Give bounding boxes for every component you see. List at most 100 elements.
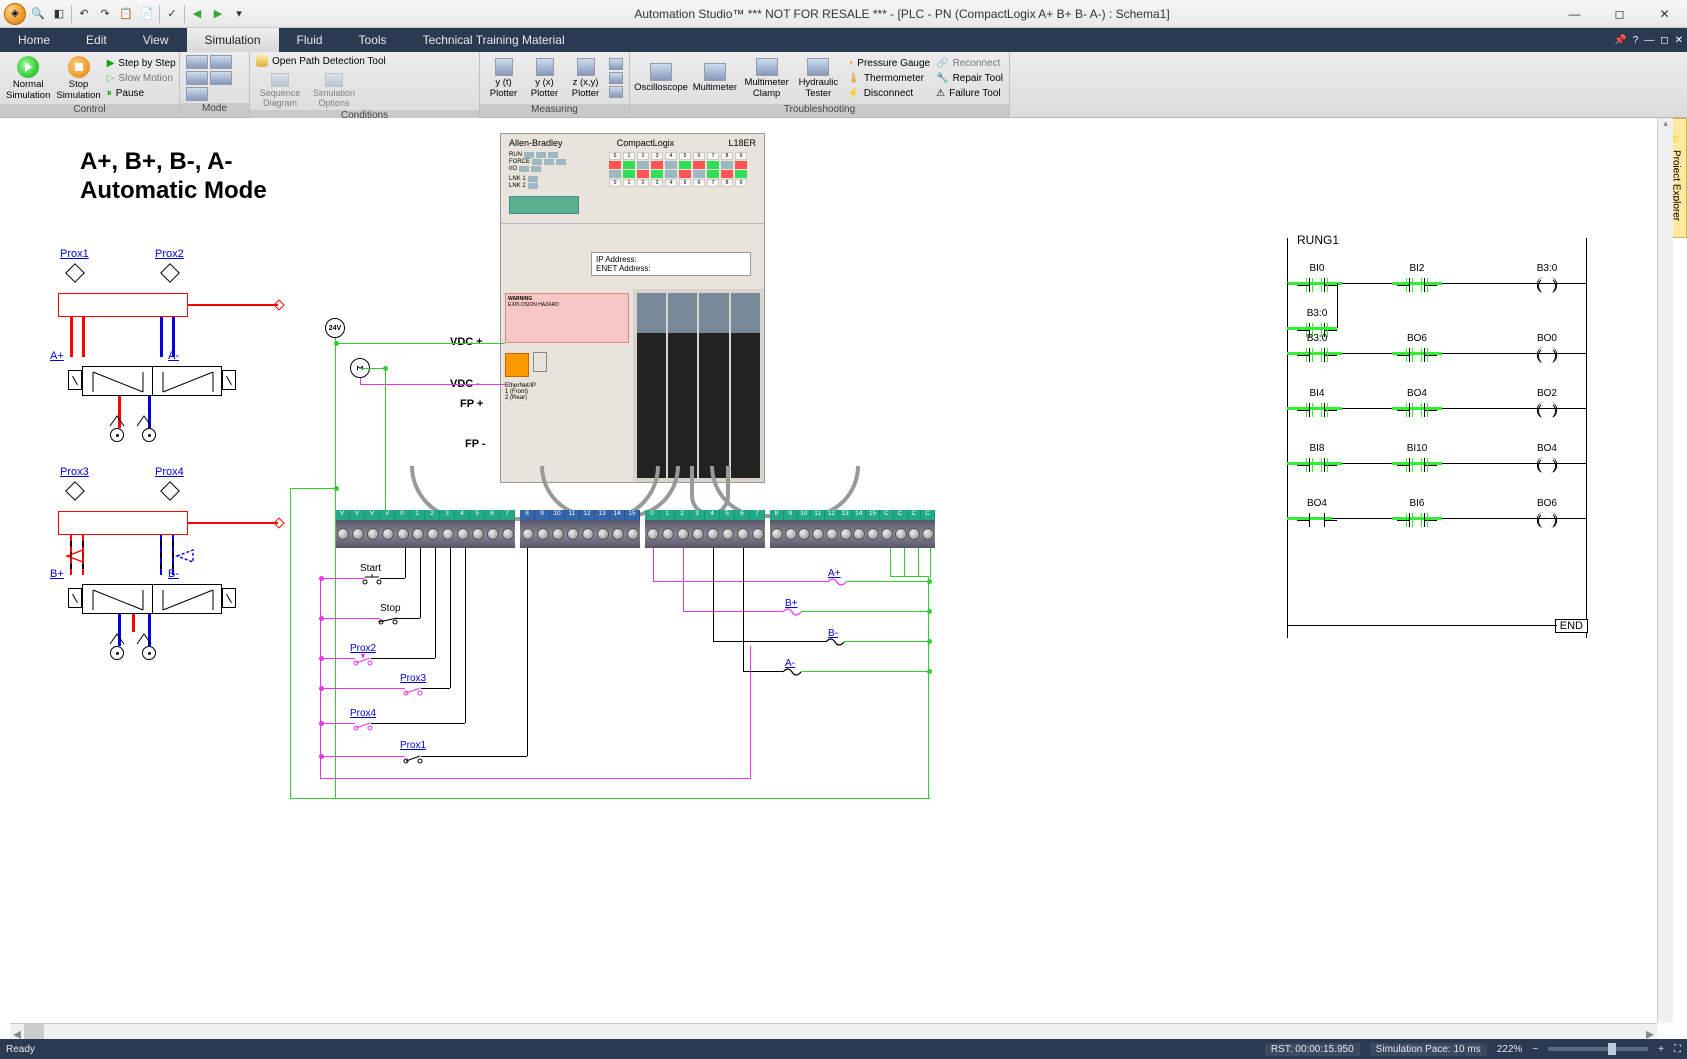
meas-small-2[interactable] xyxy=(609,72,623,84)
multimeter-button[interactable]: Multimeter xyxy=(692,54,738,102)
close-button[interactable]: ✕ xyxy=(1642,0,1687,28)
tab-simulation[interactable]: Simulation xyxy=(187,28,279,52)
zoom-in-button[interactable]: + xyxy=(1658,1044,1664,1055)
prox4-contact[interactable] xyxy=(353,719,373,733)
terminal-strip-4[interactable]: 89101112131415CCCC xyxy=(770,510,935,548)
qat-btn-2[interactable]: ◧ xyxy=(50,5,68,23)
qat-btn-7[interactable]: ✓ xyxy=(163,5,181,23)
mdi-close[interactable]: ✕ xyxy=(1675,35,1683,46)
oscilloscope-button[interactable]: Oscilloscope xyxy=(636,54,686,102)
in-prox3-label[interactable]: Prox3 xyxy=(400,673,426,684)
hscroll-thumb[interactable] xyxy=(24,1024,44,1039)
tab-fluid[interactable]: Fluid xyxy=(279,28,341,52)
qat-btn-6[interactable]: 📄 xyxy=(138,5,156,23)
plc-usb-port[interactable] xyxy=(505,353,529,377)
prox2-contact[interactable] xyxy=(353,654,373,668)
stop-contact[interactable] xyxy=(378,614,398,626)
sequence-diagram-button[interactable]: Sequence Diagram xyxy=(256,72,304,108)
zoom-fit-button[interactable]: ⛶ xyxy=(1674,1044,1681,1055)
horizontal-scrollbar[interactable]: ◂ ▸ xyxy=(10,1023,1657,1039)
schematic-canvas[interactable]: A+, B+, B-, A- Automatic Mode Prox1 Prox… xyxy=(10,118,1657,1023)
minimize-button[interactable]: — xyxy=(1552,0,1597,28)
valve-a[interactable] xyxy=(82,366,222,396)
prox4-symbol[interactable] xyxy=(160,481,180,501)
thermometer-button[interactable]: 🌡Thermometer xyxy=(847,71,930,85)
qat-sim-back[interactable]: ◀ xyxy=(188,5,206,23)
zoom-out-button[interactable]: − xyxy=(1532,1044,1538,1055)
pin-icon[interactable]: 📌 xyxy=(1614,35,1626,46)
zxy-plotter-button[interactable]: z (x,y) Plotter xyxy=(568,54,603,102)
normal-simulation-button[interactable]: Normal Simulation xyxy=(6,54,50,102)
coil-aminus[interactable] xyxy=(781,666,803,678)
terminal-strip-1[interactable]: VVVV01234567 xyxy=(335,510,515,548)
tab-training[interactable]: Technical Training Material xyxy=(405,28,583,52)
failure-tool-button[interactable]: ⚠Failure Tool xyxy=(936,86,1003,100)
qat-redo[interactable]: ↷ xyxy=(96,5,114,23)
zoom-slider[interactable] xyxy=(1548,1047,1648,1051)
hydraulic-tester-button[interactable]: Hydraulic Tester xyxy=(796,54,842,102)
qat-sim-fwd[interactable]: ▶ xyxy=(209,5,227,23)
vertical-scrollbar[interactable]: ▴ xyxy=(1657,118,1673,1023)
step-by-step-button[interactable]: ▶Step by Step xyxy=(107,56,176,70)
reconnect-button[interactable]: 🔗Reconnect xyxy=(936,56,1003,70)
plc-device[interactable]: Allen-Bradley CompactLogix L18ER RUN FOR… xyxy=(500,133,765,483)
meas-small-1[interactable] xyxy=(609,58,623,70)
prox3-symbol[interactable] xyxy=(65,481,85,501)
in-prox1-label[interactable]: Prox1 xyxy=(400,740,426,751)
cylinder-b[interactable] xyxy=(58,511,188,535)
open-path-tool-button[interactable]: Open Path Detection Tool xyxy=(256,54,386,68)
qat-btn-1[interactable]: 🔍 xyxy=(29,5,47,23)
qat-undo[interactable]: ↶ xyxy=(75,5,93,23)
yt-plotter-button[interactable]: y (t) Plotter xyxy=(486,54,521,102)
plc-io-slot-1[interactable] xyxy=(637,293,666,478)
plc-io-slot-4[interactable] xyxy=(731,293,760,478)
sol-aminus-label[interactable]: A- xyxy=(168,350,179,362)
start-contact[interactable] xyxy=(362,574,382,586)
multimeter-clamp-button[interactable]: Multimeter Clamp xyxy=(744,54,790,102)
terminal-strip-2[interactable]: 89101112131415 xyxy=(520,510,640,548)
meas-small-3[interactable] xyxy=(609,86,623,98)
pause-button[interactable]: ⏸Pause xyxy=(107,86,176,100)
disconnect-button[interactable]: ⚡Disconnect xyxy=(847,86,930,100)
ladder-diagram[interactable]: RUNG1 BI0BI2B3:0B3:0B3:0BO6BO0BI4BO4BO2B… xyxy=(1287,238,1587,638)
help-icon[interactable]: ? xyxy=(1633,35,1639,46)
tab-tools[interactable]: Tools xyxy=(341,28,405,52)
prox2-label[interactable]: Prox2 xyxy=(155,248,184,260)
mode-btn-1[interactable] xyxy=(186,55,208,69)
mode-btn-5[interactable] xyxy=(186,87,208,101)
sol-a-right[interactable] xyxy=(222,370,236,390)
coil-bminus[interactable] xyxy=(824,636,846,648)
qat-more[interactable]: ▾ xyxy=(230,5,248,23)
terminal-strip-3[interactable]: 01234567 xyxy=(645,510,765,548)
repair-tool-button[interactable]: 🔧Repair Tool xyxy=(936,71,1003,85)
plc-io-slot-2[interactable] xyxy=(668,293,697,478)
sol-b-right[interactable] xyxy=(222,588,236,608)
qat-btn-5[interactable]: 📋 xyxy=(117,5,135,23)
pressure-gauge-button[interactable]: ◔Pressure Gauge xyxy=(847,56,930,70)
tab-edit[interactable]: Edit xyxy=(68,28,125,52)
plc-sd-slot[interactable] xyxy=(533,352,547,372)
simulation-options-button[interactable]: Simulation Options xyxy=(310,72,358,108)
valve-b[interactable] xyxy=(82,584,222,614)
in-prox4-label[interactable]: Prox4 xyxy=(350,708,376,719)
prox2-symbol[interactable] xyxy=(160,263,180,283)
slow-motion-button[interactable]: ▷Slow Motion xyxy=(107,71,176,85)
prox3-label[interactable]: Prox3 xyxy=(60,466,89,478)
prox3-contact[interactable] xyxy=(403,684,423,698)
sol-b-left[interactable] xyxy=(68,588,82,608)
mode-btn-3[interactable] xyxy=(186,71,208,85)
cylinder-a[interactable] xyxy=(58,293,188,317)
tab-view[interactable]: View xyxy=(125,28,187,52)
mode-btn-4[interactable] xyxy=(210,71,232,85)
prox1-label[interactable]: Prox1 xyxy=(60,248,89,260)
in-prox2-label[interactable]: Prox2 xyxy=(350,643,376,654)
maximize-button[interactable]: ◻ xyxy=(1597,0,1642,28)
sol-bplus-label[interactable]: B+ xyxy=(50,568,64,580)
mode-btn-2[interactable] xyxy=(210,55,232,69)
mdi-min[interactable]: — xyxy=(1644,35,1654,46)
prox1-contact[interactable] xyxy=(403,752,423,766)
yx-plotter-button[interactable]: y (x) Plotter xyxy=(527,54,562,102)
zoom-thumb[interactable] xyxy=(1608,1043,1616,1055)
sol-bminus-label[interactable]: B- xyxy=(168,568,179,580)
src-24v[interactable]: 24V xyxy=(325,318,345,338)
